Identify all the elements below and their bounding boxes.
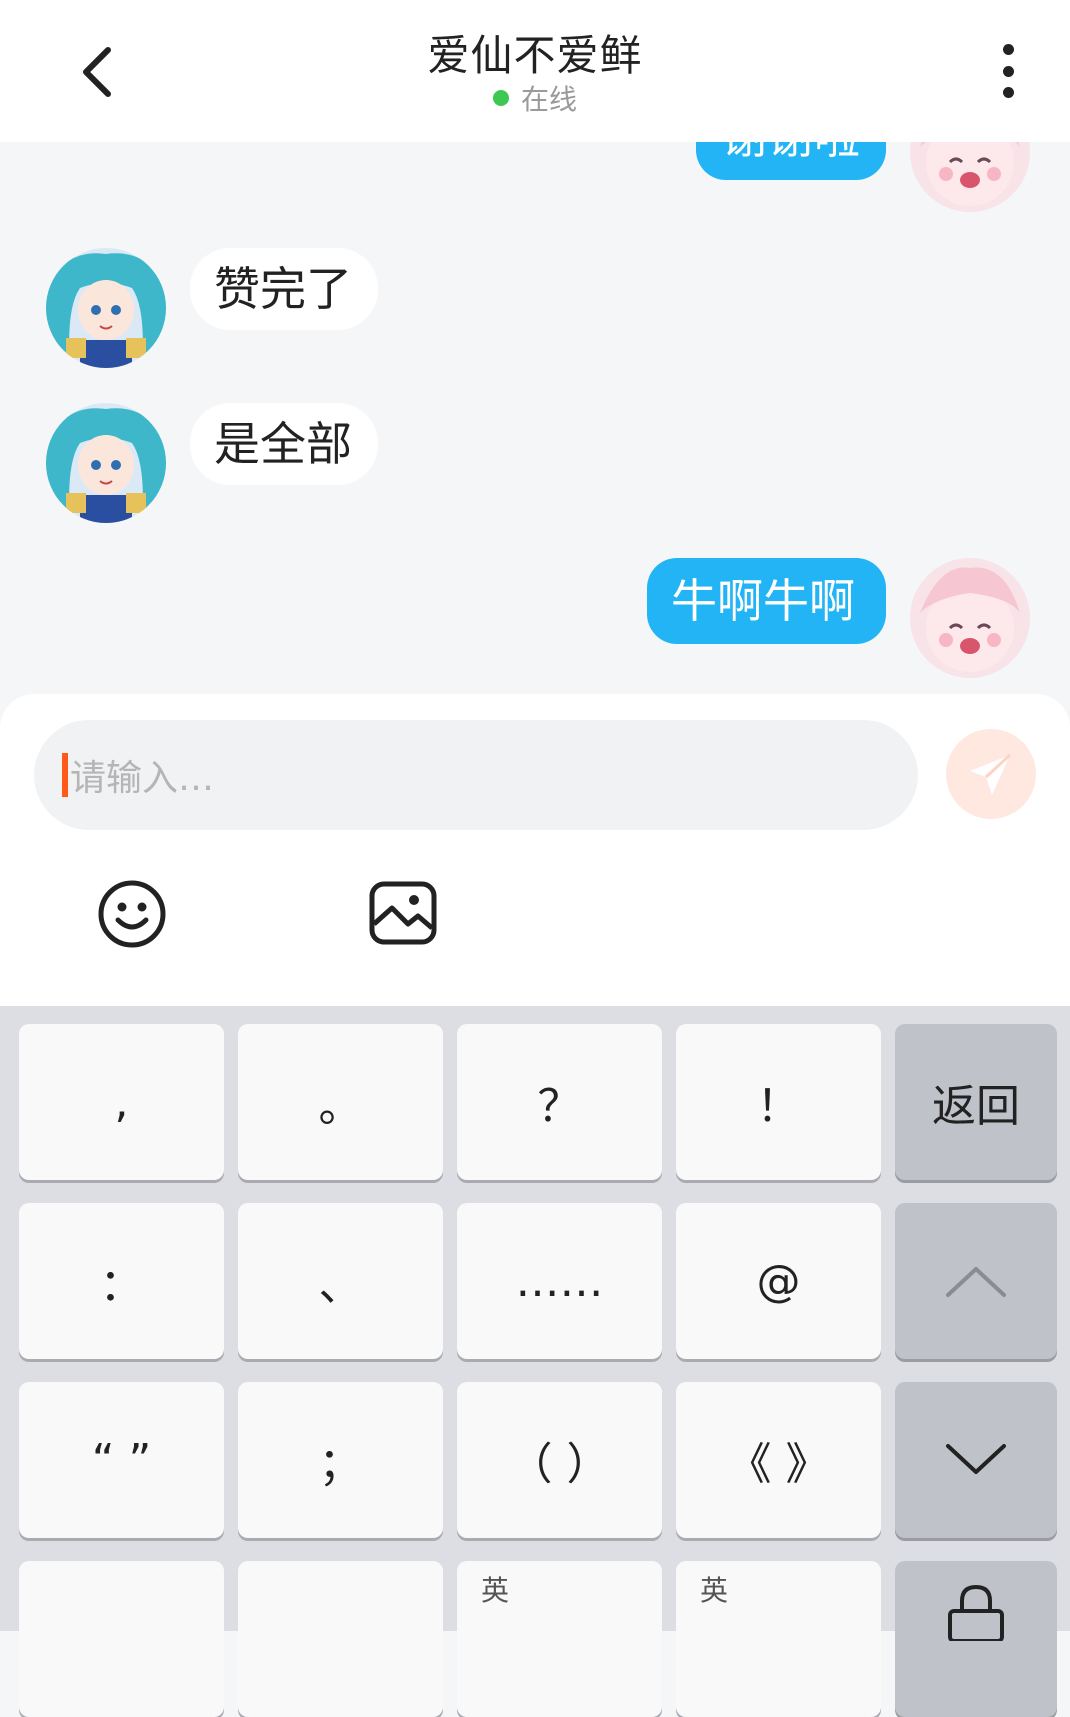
message-bubble-incoming[interactable]: 是全部 [190,403,378,485]
key-english-symbols[interactable]: 英 [676,1561,881,1717]
key-enumeration-comma[interactable]: 、 [238,1203,443,1359]
symbol-keyboard: , 。 ？ ！ 返回 ： 、 …… @ “ ” ； （ ） 《 》 英 英 [0,1006,1070,1717]
key-colon[interactable]: ： [19,1203,224,1359]
send-icon [970,753,1012,795]
chevron-up-icon [946,1267,1006,1297]
online-status: 在线 [0,78,1070,118]
input-panel: 请输入… [0,694,1070,1006]
message-input[interactable]: 请输入… [34,720,918,830]
key-semicolon[interactable]: ； [238,1382,443,1538]
contact-avatar[interactable] [46,403,166,523]
key-parentheses[interactable]: （ ） [457,1382,662,1538]
key-at[interactable]: @ [676,1203,881,1359]
more-dot-icon [1002,44,1014,55]
key-english-symbols[interactable]: 英 [457,1561,662,1717]
emoji-button[interactable] [96,878,168,950]
lock-icon [948,1584,1004,1641]
more-dot-icon [1002,87,1014,98]
key-ellipsis[interactable]: …… [457,1203,662,1359]
key-return[interactable]: 返回 [895,1024,1057,1180]
chevron-down-icon [946,1444,1006,1474]
key-lock[interactable] [895,1561,1057,1717]
text-caret [62,753,68,797]
contact-name: 爱仙不爱鲜 [427,31,643,80]
more-dot-icon [1002,65,1014,77]
more-options-button[interactable] [986,38,1030,104]
key-exclamation[interactable]: ！ [676,1024,881,1180]
key-collapse-keyboard[interactable] [895,1382,1057,1538]
image-button[interactable] [368,880,438,946]
key-comma[interactable]: , [19,1024,224,1180]
send-button[interactable] [946,729,1036,819]
key-book-title-marks[interactable]: 《 》 [676,1382,881,1538]
message-text: 赞完了 [214,262,352,316]
key-blank[interactable] [19,1561,224,1717]
my-avatar[interactable] [910,558,1030,678]
message-text: 是全部 [214,417,352,471]
key-blank[interactable] [238,1561,443,1717]
message-text: 牛啊牛啊 [671,574,855,628]
message-bubble-outgoing[interactable]: 牛啊牛啊 [647,558,886,644]
key-period[interactable]: 。 [238,1024,443,1180]
key-shift-up[interactable] [895,1203,1057,1359]
status-text: 在线 [520,83,577,116]
input-placeholder: 请输入… [70,758,215,799]
contact-avatar[interactable] [46,248,166,368]
image-icon [369,881,437,945]
emoji-icon [98,880,166,948]
online-dot-icon [492,90,509,106]
key-question[interactable]: ？ [457,1024,662,1180]
key-quotes[interactable]: “ ” [19,1382,224,1538]
chat-header: 爱仙不爱鲜 在线 [0,0,1070,142]
message-bubble-incoming[interactable]: 赞完了 [190,248,378,330]
